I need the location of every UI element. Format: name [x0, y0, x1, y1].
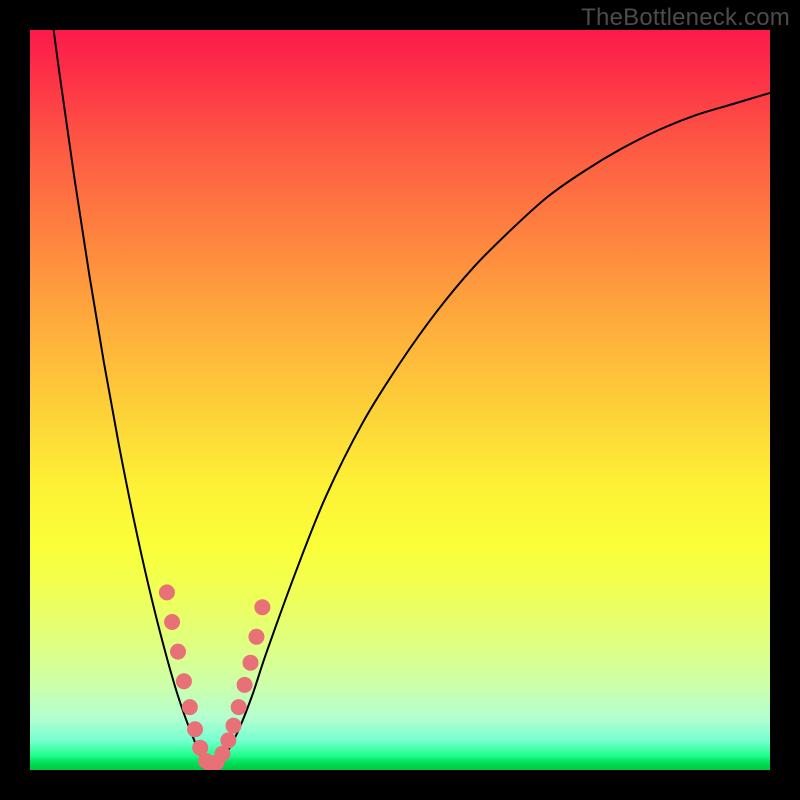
- bottleneck-curve: [45, 30, 770, 767]
- sample-point: [243, 655, 259, 671]
- sample-point: [226, 718, 242, 734]
- marker-group: [159, 584, 270, 770]
- curve-layer: [30, 30, 770, 770]
- sample-point: [220, 732, 236, 748]
- sample-point: [187, 721, 203, 737]
- sample-point: [159, 584, 175, 600]
- sample-point: [231, 699, 247, 715]
- sample-point: [254, 599, 270, 615]
- sample-point: [164, 614, 180, 630]
- sample-point: [237, 677, 253, 693]
- watermark-text: TheBottleneck.com: [581, 4, 790, 32]
- sample-point: [176, 673, 192, 689]
- chart-frame: TheBottleneck.com: [0, 0, 800, 800]
- sample-point: [182, 699, 198, 715]
- sample-point: [170, 644, 186, 660]
- plot-area: [30, 30, 770, 770]
- sample-point: [248, 629, 264, 645]
